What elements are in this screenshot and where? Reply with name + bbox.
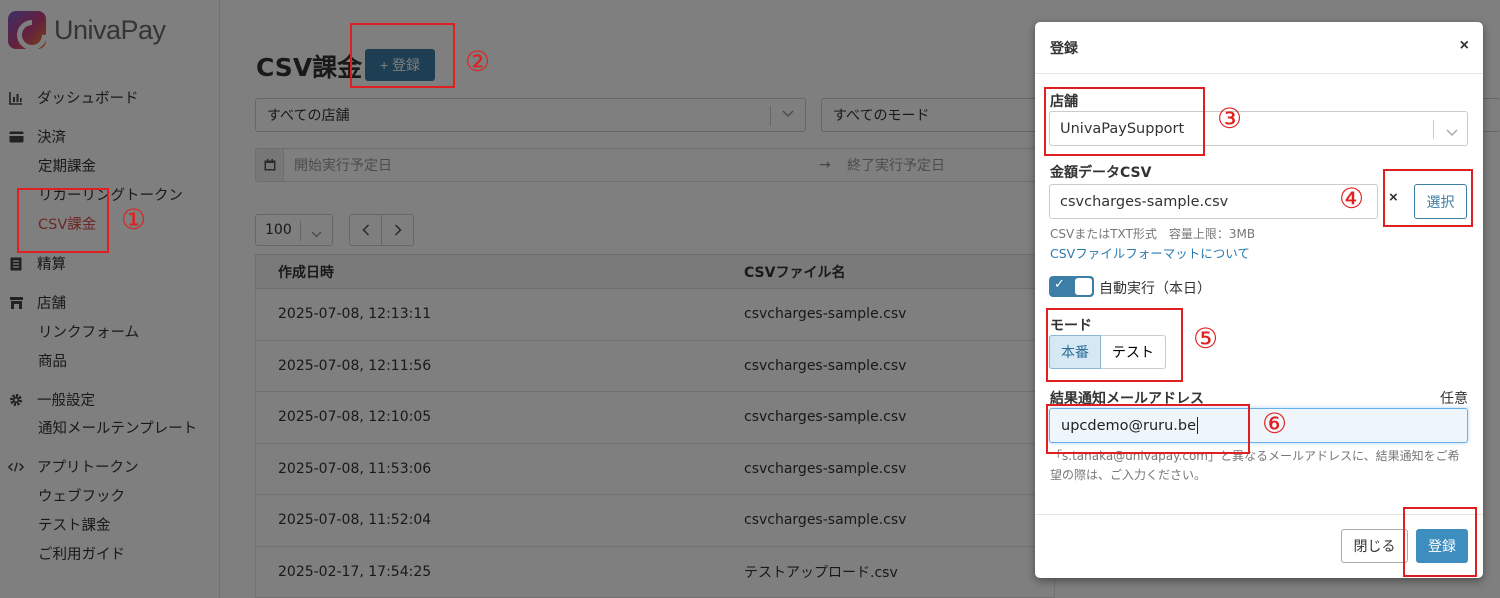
annotation-number-3: ③ xyxy=(1217,102,1243,135)
annotation-box-6 xyxy=(1046,404,1250,454)
close-button[interactable]: 閉じる xyxy=(1341,529,1408,563)
csv-file-value: csvcharges-sample.csv xyxy=(1060,193,1229,210)
modal-title: 登録 xyxy=(1050,40,1078,57)
annotation-number-1: ① xyxy=(121,203,147,236)
annotation-box-submit xyxy=(1403,507,1477,577)
annotation-number-5: ⑤ xyxy=(1193,322,1219,355)
auto-run-label: 自動実行（本日） xyxy=(1099,281,1211,297)
annotation-box-2 xyxy=(350,23,455,88)
select-separator xyxy=(1433,120,1434,139)
csv-format-link[interactable]: CSVファイルフォーマットについて xyxy=(1050,243,1250,262)
modal-header: 登録 xyxy=(1035,22,1483,74)
optional-badge: 任意 xyxy=(1440,391,1468,407)
csv-help-text: CSVまたはTXT形式 容量上限：3MB xyxy=(1050,227,1256,241)
annotation-box-1 xyxy=(17,188,109,253)
csv-file-input[interactable]: csvcharges-sample.csv xyxy=(1049,184,1378,219)
annotation-box-4 xyxy=(1383,169,1473,227)
annotation-number-4: ④ xyxy=(1339,182,1365,215)
csv-label: 金額データCSV xyxy=(1050,165,1152,181)
annotation-number-6: ⑥ xyxy=(1262,407,1288,440)
annotation-number-2: ② xyxy=(465,45,491,78)
chevron-down-icon xyxy=(1446,125,1458,141)
auto-run-toggle[interactable] xyxy=(1049,276,1094,297)
annotation-box-3 xyxy=(1044,87,1205,156)
close-icon[interactable]: × xyxy=(1460,37,1469,55)
annotation-box-5 xyxy=(1046,308,1183,382)
